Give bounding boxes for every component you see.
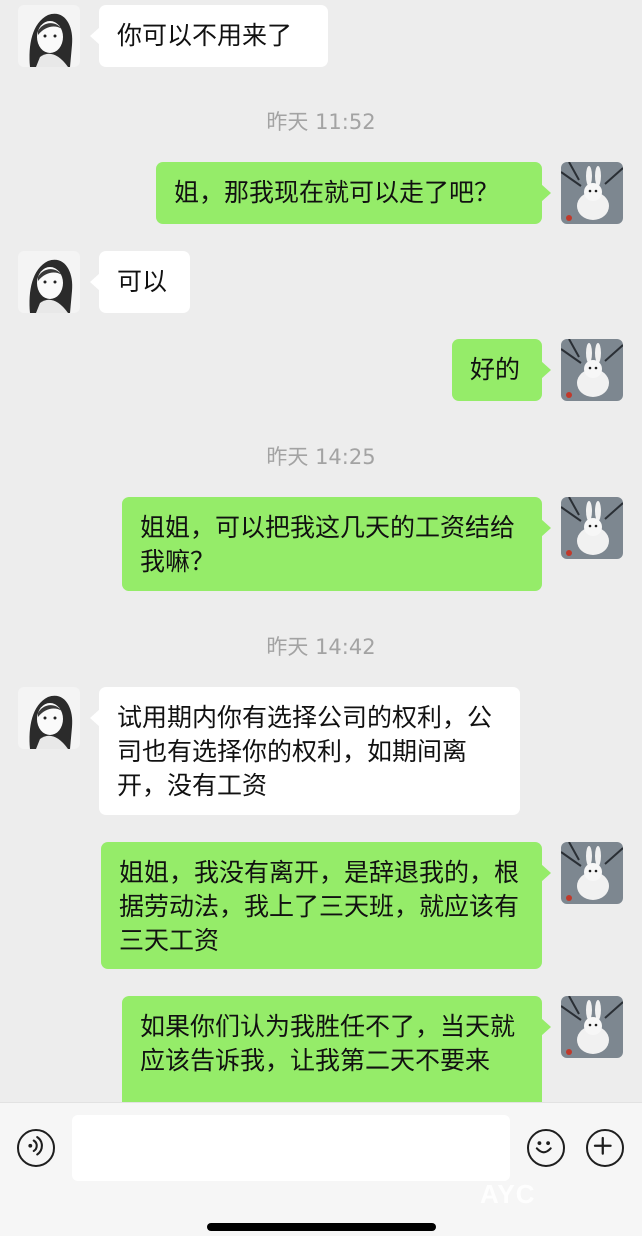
watermark-logo: AYC bbox=[480, 1179, 536, 1209]
contact-avatar[interactable] bbox=[18, 687, 80, 749]
user-avatar-image bbox=[561, 339, 623, 401]
voice-icon bbox=[28, 1136, 43, 1156]
home-indicator[interactable] bbox=[207, 1223, 436, 1231]
timestamp: 昨天 14:42 bbox=[266, 635, 376, 659]
user-avatar-image bbox=[561, 842, 623, 904]
input-bar: AYC bbox=[0, 1102, 642, 1236]
emoji-button[interactable] bbox=[527, 1129, 565, 1167]
message-bubble-outgoing[interactable]: 如果你们认为我胜任不了，当天就应该告诉我，让我第二天不要来 bbox=[122, 996, 551, 1102]
message-bubble-outgoing[interactable]: 姐姐，可以把我这几天的工资结给我嘛？ bbox=[122, 497, 551, 591]
chat-area[interactable]: 你可以不用来了 昨天 11:52 姐，那我现在就可以走了吧？ 可以 好的 昨天 … bbox=[0, 0, 642, 1102]
more-button[interactable] bbox=[586, 1129, 624, 1167]
plus-icon bbox=[593, 1136, 612, 1155]
message-bubble-incoming[interactable]: 你可以不用来了 bbox=[90, 5, 328, 67]
voice-button[interactable] bbox=[17, 1129, 55, 1167]
message-input[interactable] bbox=[72, 1115, 510, 1181]
contact-avatar-image bbox=[18, 5, 80, 67]
user-avatar-image bbox=[561, 497, 623, 559]
timestamp: 昨天 11:52 bbox=[266, 110, 376, 134]
contact-avatar-image bbox=[18, 251, 80, 313]
message-bubble-outgoing[interactable]: 姐，那我现在就可以走了吧？ bbox=[156, 162, 551, 224]
contact-avatar[interactable] bbox=[18, 5, 80, 67]
message-bubble-outgoing[interactable]: 姐姐，我没有离开，是辞退我的，根据劳动法，我上了三天班，就应该有三天工资 bbox=[101, 842, 551, 969]
user-avatar[interactable] bbox=[561, 339, 623, 401]
timestamp: 昨天 14:25 bbox=[266, 445, 376, 469]
user-avatar-image bbox=[561, 996, 623, 1058]
user-avatar[interactable] bbox=[561, 497, 623, 559]
user-avatar-image bbox=[561, 162, 623, 224]
message-bubble-incoming[interactable]: 可以 bbox=[90, 251, 190, 313]
user-avatar[interactable] bbox=[561, 842, 623, 904]
user-avatar[interactable] bbox=[561, 162, 623, 224]
message-bubble-incoming[interactable]: 试用期内你有选择公司的权利，公司也有选择你的权利，如期间离开，没有工资 bbox=[90, 687, 520, 815]
emoji-icon bbox=[535, 1141, 552, 1154]
user-avatar[interactable] bbox=[561, 996, 623, 1058]
contact-avatar-image bbox=[18, 687, 80, 749]
contact-avatar[interactable] bbox=[18, 251, 80, 313]
message-bubble-outgoing[interactable]: 好的 bbox=[452, 339, 551, 401]
